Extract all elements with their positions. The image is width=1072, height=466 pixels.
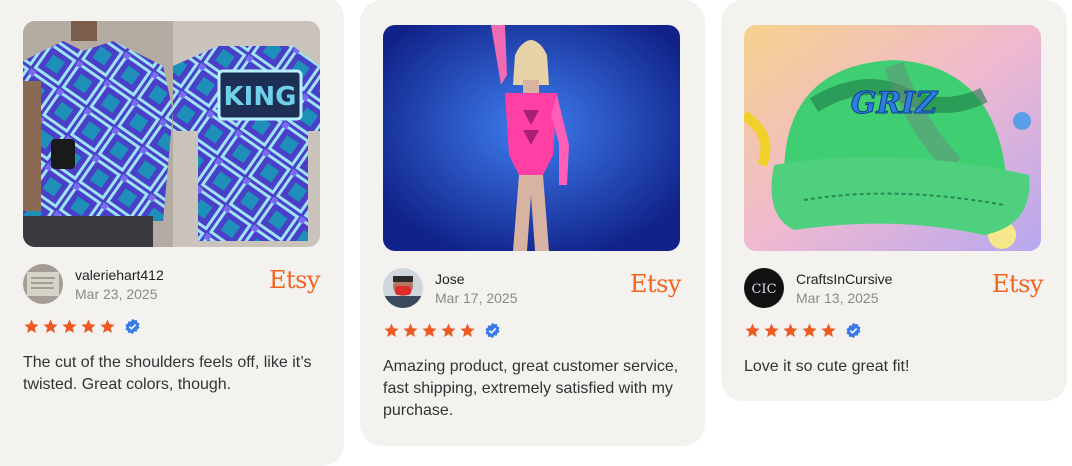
svg-text:KING: KING <box>224 82 297 112</box>
svg-text:CIC: CIC <box>751 282 776 297</box>
review-date: Mar 13, 2025 <box>796 290 879 306</box>
star-icon <box>403 323 418 338</box>
star-icon <box>783 323 798 338</box>
user-avatar[interactable]: CIC <box>744 268 784 308</box>
reviewer-name[interactable]: valeriehart412 <box>75 267 164 283</box>
verified-badge-icon <box>485 322 500 339</box>
star-icon <box>802 323 817 338</box>
star-icon <box>24 319 39 334</box>
star-icon <box>745 323 760 338</box>
user-avatar[interactable] <box>383 268 423 308</box>
star-rating <box>23 318 141 335</box>
review-card: GRIZ CIC CraftsInCursive Mar 13, 2025 Et… <box>721 0 1067 401</box>
etsy-logo[interactable]: Etsy <box>269 266 321 294</box>
review-card: KING valeriehart412 Mar 23, 2025 Etsy Th… <box>0 0 344 466</box>
star-icon <box>821 323 836 338</box>
review-date: Mar 23, 2025 <box>75 286 158 302</box>
product-photo[interactable]: GRIZ <box>744 25 1041 251</box>
reviewer-name[interactable]: CraftsInCursive <box>796 271 892 287</box>
star-icon <box>460 323 475 338</box>
reviewer-name[interactable]: Jose <box>435 271 465 287</box>
product-photo[interactable] <box>383 25 680 251</box>
star-icon <box>81 319 96 334</box>
star-icon <box>62 319 77 334</box>
star-icon <box>441 323 456 338</box>
etsy-logo[interactable]: Etsy <box>630 270 682 298</box>
review-text: The cut of the shoulders feels off, like… <box>23 354 312 393</box>
star-icon <box>764 323 779 338</box>
svg-text:GRIZ: GRIZ <box>851 86 939 121</box>
star-rating <box>744 322 862 339</box>
verified-badge-icon <box>125 318 140 335</box>
review-date: Mar 17, 2025 <box>435 290 518 306</box>
review-card: Jose Mar 17, 2025 Etsy Amazing product, … <box>360 0 705 446</box>
review-text: Amazing product, great customer service,… <box>383 358 679 419</box>
star-icon <box>100 319 115 334</box>
star-rating <box>383 322 501 339</box>
verified-badge-icon <box>846 322 861 339</box>
user-avatar[interactable] <box>23 264 63 304</box>
star-icon <box>384 323 399 338</box>
star-icon <box>43 319 58 334</box>
etsy-logo[interactable]: Etsy <box>992 270 1044 298</box>
star-icon <box>422 323 437 338</box>
product-photo[interactable]: KING <box>23 21 320 247</box>
review-text: Love it so cute great fit! <box>744 358 910 375</box>
